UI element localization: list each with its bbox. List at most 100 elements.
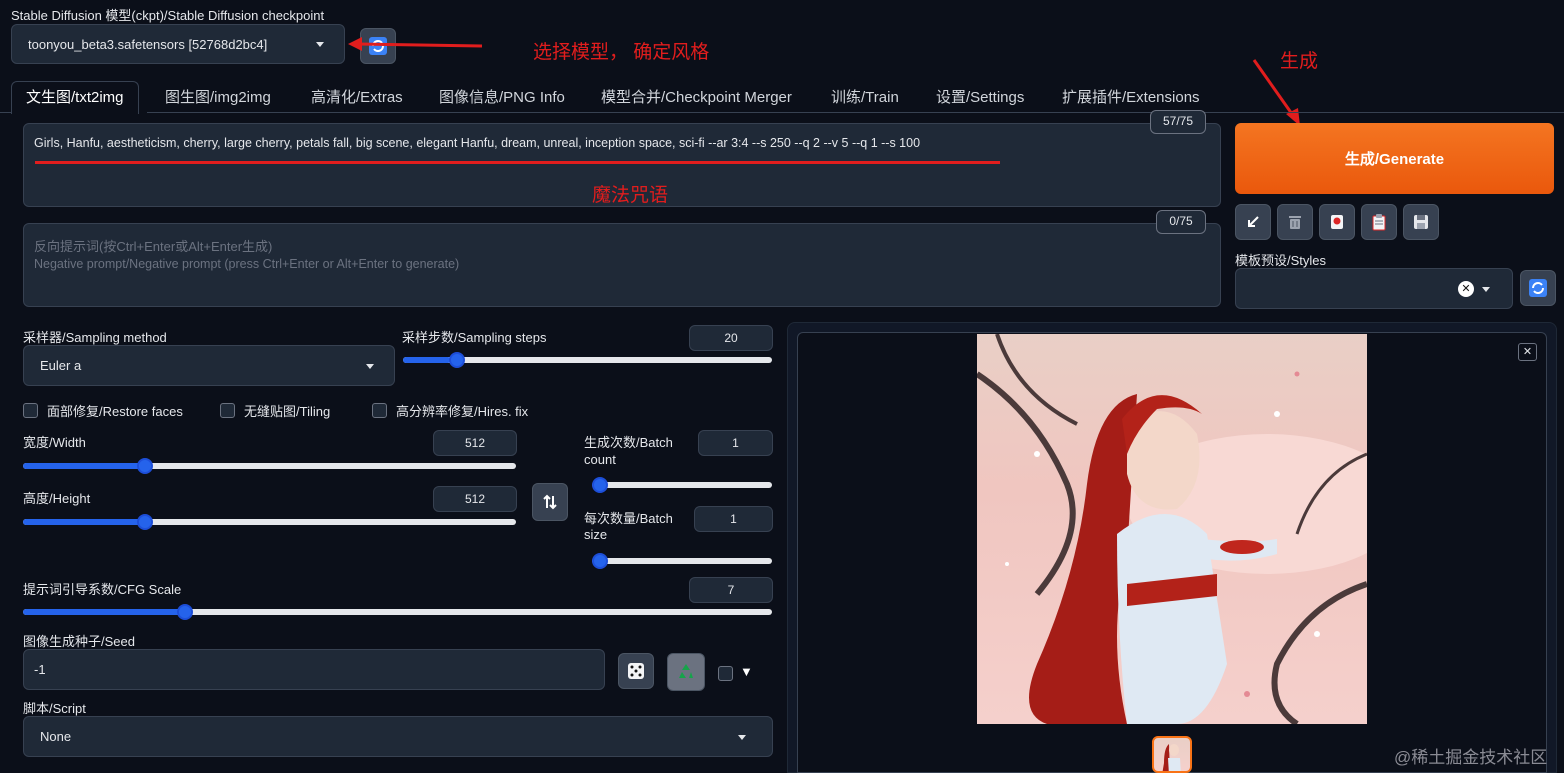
annotation-select-model: 选择模型， 确定风格 [533, 42, 710, 63]
batch-size-label: 每次数量/Batch [584, 511, 673, 526]
negative-prompt-textarea[interactable]: 反向提示词(按Ctrl+Enter或Alt+Enter生成) Negative … [23, 223, 1221, 307]
batch-count-label: 生成次数/Batch [584, 435, 673, 450]
batch-count-slider[interactable] [592, 474, 772, 496]
paste-params-button[interactable] [1235, 204, 1271, 240]
slider-thumb[interactable] [137, 458, 154, 474]
arrow-down-left-icon [1248, 216, 1259, 227]
width-slider[interactable] [23, 455, 516, 477]
script-value: None [40, 729, 72, 744]
height-input[interactable]: 512 [433, 486, 517, 512]
tab-extras[interactable]: 高清化/Extras [311, 84, 403, 113]
height-slider[interactable] [23, 511, 516, 533]
tiling-checkbox[interactable] [220, 403, 235, 418]
slider-thumb[interactable] [176, 604, 193, 620]
tab-txt2img[interactable]: 文生图/txt2img [11, 81, 139, 114]
sampler-select[interactable]: Euler a [23, 345, 395, 386]
tab-divider-left [0, 112, 11, 113]
model-card-icon [1331, 215, 1343, 229]
batch-count-label-line2: count [584, 452, 616, 467]
save-style-button[interactable] [1403, 204, 1439, 240]
hires-label: 高分辨率修复/Hires. fix [396, 404, 529, 419]
seed-value: -1 [34, 662, 46, 677]
tab-train[interactable]: 训练/Train [831, 84, 899, 113]
chevron-down-icon [366, 363, 374, 369]
steps-slider[interactable] [403, 349, 772, 371]
annotation-underline [35, 161, 1000, 164]
negative-placeholder-line1: 反向提示词(按Ctrl+Enter或Alt+Enter生成) [34, 239, 273, 254]
refresh-styles-button[interactable] [1520, 270, 1556, 306]
tab-img2img[interactable]: 图生图/img2img [165, 84, 271, 113]
thumbnail-art [1162, 744, 1181, 771]
width-label: 宽度/Width [23, 435, 86, 450]
clipboard-icon [1372, 214, 1386, 231]
swap-icon [543, 494, 557, 510]
dice-icon [628, 663, 644, 679]
checkpoint-select[interactable]: toonyou_beta3.safetensors [52768d2bc4] [11, 24, 345, 64]
slider-thumb[interactable] [448, 352, 465, 368]
sampler-value: Euler a [40, 358, 82, 373]
cfg-input[interactable]: 7 [689, 577, 773, 603]
steps-input[interactable]: 20 [689, 325, 773, 351]
swap-dimensions-button[interactable] [532, 483, 568, 521]
styles-label: 模板预设/Styles [1235, 253, 1327, 268]
cfg-slider[interactable] [23, 601, 772, 623]
triangle-down-icon[interactable]: ▼ [740, 664, 753, 679]
restore-faces-checkbox[interactable] [23, 403, 38, 418]
trash-icon [1289, 216, 1301, 229]
batch-size-label-line2: size [584, 527, 608, 542]
extra-networks-button[interactable] [1319, 204, 1355, 240]
slider-thumb[interactable] [137, 514, 154, 530]
hires-checkbox[interactable] [372, 403, 387, 418]
script-label: 脚本/Script [23, 701, 86, 716]
checkpoint-value: toonyou_beta3.safetensors [52768d2bc4] [28, 36, 268, 52]
clear-icon[interactable]: ✕ [1458, 281, 1474, 297]
tiling-label: 无缝贴图/Tiling [244, 404, 331, 419]
chevron-down-icon [316, 42, 324, 47]
checkpoint-label: Stable Diffusion 模型(ckpt)/Stable Diffusi… [11, 8, 325, 23]
recycle-icon [679, 664, 693, 678]
annotation-magic: 魔法咒语 [592, 185, 669, 206]
annotation-arrow-model [348, 37, 483, 51]
clear-prompt-button[interactable] [1277, 204, 1313, 240]
random-seed-button[interactable] [618, 653, 654, 689]
batch-size-input[interactable]: 1 [694, 506, 773, 532]
tab-extensions[interactable]: 扩展插件/Extensions [1062, 84, 1200, 113]
gallery-thumbnail[interactable] [1152, 736, 1192, 773]
hires-option[interactable]: 高分辨率修复/Hires. fix [372, 401, 528, 420]
seed-label: 图像生成种子/Seed [23, 634, 135, 649]
close-icon[interactable]: ✕ [1518, 343, 1537, 361]
batch-size-slider[interactable] [592, 550, 772, 572]
save-icon [1414, 215, 1428, 229]
seed-input[interactable]: -1 [23, 649, 605, 690]
cfg-label: 提示词引导系数/CFG Scale [23, 582, 182, 597]
chevron-down-icon [1482, 286, 1490, 292]
annotation-arrow-generate [1252, 59, 1300, 126]
slider-thumb[interactable] [592, 477, 608, 493]
refresh-icon [1529, 279, 1547, 297]
steps-label: 采样步数/Sampling steps [402, 330, 547, 345]
generated-image[interactable] [977, 334, 1367, 724]
batch-count-input[interactable]: 1 [698, 430, 773, 456]
tab-settings[interactable]: 设置/Settings [936, 84, 1024, 113]
chevron-down-icon [738, 734, 746, 740]
restore-faces-option[interactable]: 面部修复/Restore faces [23, 401, 183, 420]
negative-token-counter: 0/75 [1156, 210, 1206, 234]
tab-checkpoint-merger[interactable]: 模型合并/Checkpoint Merger [601, 84, 792, 113]
extra-seed-checkbox[interactable] [718, 666, 733, 681]
watermark: @稀土掘金技术社区 [1394, 748, 1548, 767]
slider-thumb[interactable] [592, 553, 608, 569]
sampler-label: 采样器/Sampling method [23, 330, 167, 345]
height-label: 高度/Height [23, 491, 91, 506]
prompt-token-counter: 57/75 [1150, 110, 1206, 134]
styles-select[interactable]: ✕ [1235, 268, 1513, 309]
tab-png-info[interactable]: 图像信息/PNG Info [439, 84, 565, 113]
restore-faces-label: 面部修复/Restore faces [47, 404, 183, 419]
apply-style-button[interactable] [1361, 204, 1397, 240]
width-input[interactable]: 512 [433, 430, 517, 456]
script-select[interactable]: None [23, 716, 773, 757]
tiling-option[interactable]: 无缝贴图/Tiling [220, 401, 330, 420]
negative-placeholder-line2: Negative prompt/Negative prompt (press C… [34, 257, 460, 271]
generate-button[interactable]: 生成/Generate [1235, 123, 1554, 194]
generated-image-art [977, 334, 1367, 724]
reuse-seed-button[interactable] [667, 653, 705, 691]
